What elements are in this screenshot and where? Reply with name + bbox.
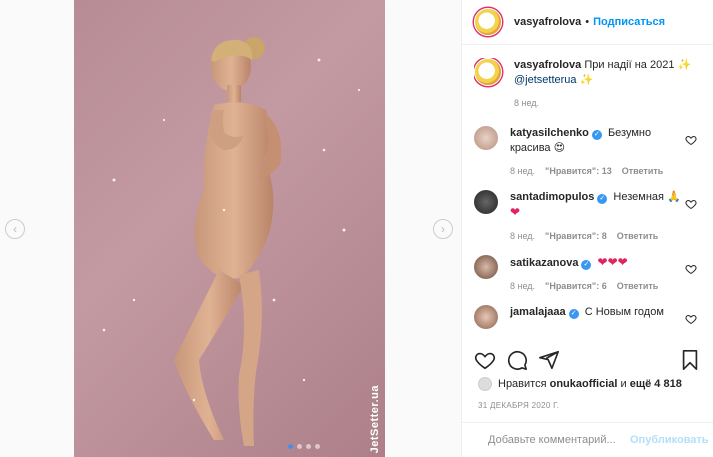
carousel-dot [288,444,293,449]
comment-likes[interactable]: "Нравится": 13 [545,166,612,176]
reply-button[interactable]: Ответить [617,231,659,241]
header-separator: • [585,16,590,28]
author-avatar[interactable] [474,8,502,36]
verified-badge-icon: ✓ [597,194,608,204]
comments-list[interactable]: vasyafrolova При надії на 2021 ✨ @jetset… [474,58,705,340]
carousel-dot [315,444,320,449]
commenter-avatar[interactable] [474,255,498,279]
comment-icon[interactable] [506,349,528,371]
caption-text: vasyafrolova При надії на 2021 ✨ @jetset… [514,58,704,88]
caption: vasyafrolova При надії на 2021 ✨ @jetset… [474,58,705,108]
publish-button[interactable]: Опубликовать [630,434,709,446]
comment-text: santadimopulos ✓ Неземная 🙏 ❤ [510,190,685,221]
comment-item: jamalajaaa ✓ С Новым годом [474,305,705,329]
next-post-button[interactable]: › [433,219,453,239]
chevron-right-icon: › [441,222,445,236]
comment-body: С Новым годом [584,306,664,318]
commenter-avatar[interactable] [474,126,498,150]
sparkle-emoji: ✨ [579,74,594,86]
caption-username[interactable]: vasyafrolova [514,59,581,71]
follow-button[interactable]: Подписаться [593,16,665,28]
post-header: vasyafrolova • Подписаться [462,0,713,45]
verified-badge-icon: ✓ [591,130,602,140]
post-sidebar: vasyafrolova • Подписаться vasyafrolova … [461,0,713,457]
comment-meta: 8 нед. "Нравится": 13 Ответить [510,166,685,176]
post-media-area: ‹ JetSetter.ua › [0,0,461,457]
comment-username[interactable]: santadimopulos [510,191,594,203]
comment-text: satikazanova ✓ ❤❤❤ [510,255,685,271]
caption-avatar[interactable] [474,58,502,86]
comment-time[interactable]: 8 нед. [510,281,535,291]
bookmark-icon[interactable] [679,349,701,371]
caption-time[interactable]: 8 нед. [514,98,539,108]
caption-mention-link[interactable]: @jetsetterua [514,74,577,86]
add-comment-bar: Опубликовать [462,422,713,457]
like-comment-heart-icon[interactable] [685,134,697,146]
post-date[interactable]: 31 ДЕКАБРЯ 2020 Г. [478,401,559,410]
liker-username[interactable]: onukaofficial [550,378,618,390]
comment-username[interactable]: satikazanova [510,257,578,269]
like-comment-heart-icon[interactable] [685,198,697,210]
previous-post-button[interactable]: ‹ [5,219,25,239]
sparkle-emoji: ✨ [677,59,692,71]
verified-badge-icon: ✓ [581,260,592,270]
comment-text: katyasilchenko ✓ Безумно красива 😍 [510,126,685,156]
like-comment-heart-icon[interactable] [685,313,697,325]
carousel-indicator [288,444,320,449]
comment-time[interactable]: 8 нед. [510,231,535,241]
share-icon[interactable] [538,349,560,371]
comment-meta: 8 нед. "Нравится": 8 Ответить [510,231,685,241]
comment-time[interactable]: 8 нед. [510,166,535,176]
chevron-left-icon: ‹ [13,222,17,236]
post-photo[interactable]: JetSetter.ua [74,0,385,457]
comment-item: satikazanova ✓ ❤❤❤ 8 нед. "Нравится": 6 О… [474,255,705,291]
comment-item: santadimopulos ✓ Неземная 🙏 ❤ 8 нед. "Нра… [474,190,705,241]
post-actions-bar [474,345,705,375]
like-comment-heart-icon[interactable] [685,263,697,275]
comment-likes[interactable]: "Нравится": 6 [545,281,607,291]
heart-icon[interactable] [474,349,496,371]
liker-avatar[interactable] [478,377,492,391]
reply-button[interactable]: Ответить [622,166,664,176]
caption-meta: 8 нед. [514,98,704,108]
reply-button[interactable]: Ответить [617,281,659,291]
comment-text: jamalajaaa ✓ С Новым годом [510,305,685,320]
carousel-dot [297,444,302,449]
comment-username[interactable]: katyasilchenko [510,127,589,139]
likes-prefix: Нравится [498,378,547,390]
comment-username[interactable]: jamalajaaa [510,306,566,318]
likes-count-link[interactable]: ещё 4 818 [630,378,682,390]
author-username[interactable]: vasyafrolova [514,16,581,28]
likes-summary: Нравится onukaofficial и ещё 4 818 [478,377,682,391]
comment-body: Неземная [613,191,664,203]
comment-input[interactable] [488,434,630,446]
likes-middle: и [620,378,627,390]
comment-item: katyasilchenko ✓ Безумно красива 😍 8 нед.… [474,126,705,176]
comment-meta: 8 нед. "Нравится": 6 Ответить [510,281,685,291]
commenter-avatar[interactable] [474,305,498,329]
heart-eyes-emoji: 😍 [553,142,566,154]
pregnant-woman-photo [102,37,361,446]
verified-badge-icon: ✓ [568,309,579,319]
red-hearts-emoji: ❤❤❤ [597,255,628,269]
commenter-avatar[interactable] [474,190,498,214]
praying-hands-emoji: 🙏 [667,191,681,203]
photo-watermark: JetSetter.ua [369,384,381,453]
carousel-dot [306,444,311,449]
comment-likes[interactable]: "Нравится": 8 [545,231,607,241]
red-heart-emoji: ❤ [510,205,521,219]
caption-body: При надії на 2021 [584,59,675,71]
